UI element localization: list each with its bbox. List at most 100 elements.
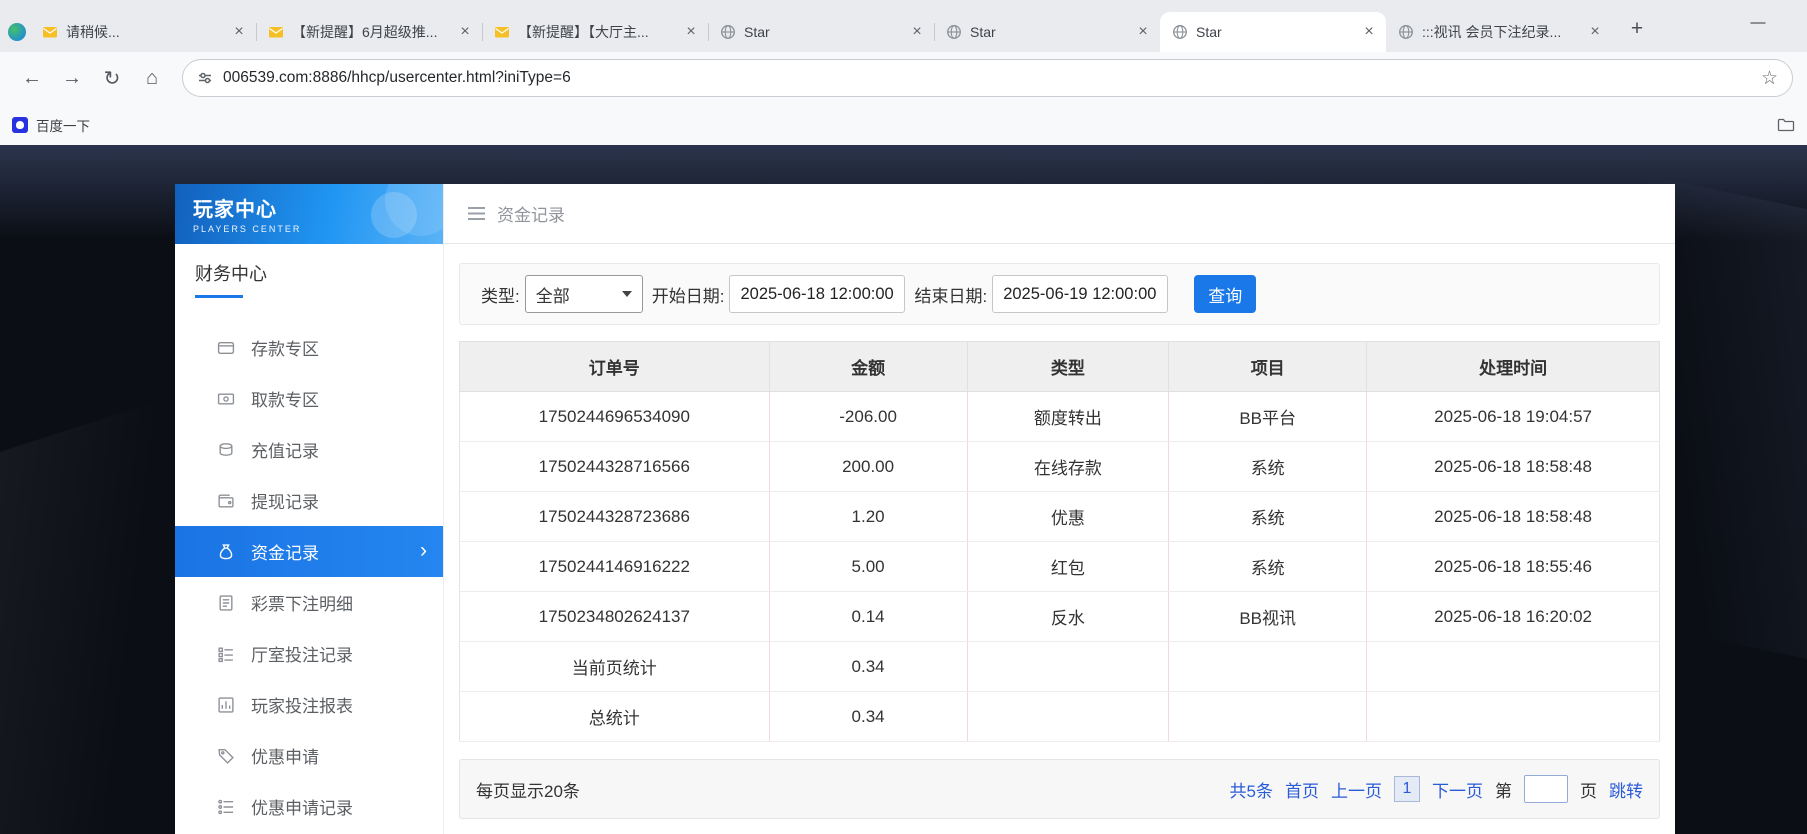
site-info-icon[interactable] (197, 70, 213, 86)
cell-amount: 1.20 (768, 491, 968, 542)
main-content: 资金记录 类型: 全部 开始日期: 结束日期: 查询 (443, 184, 1675, 834)
cell-amount: 5.00 (768, 541, 968, 592)
browser-tab[interactable]: Star × (708, 12, 934, 52)
cell-project: BB平台 (1168, 391, 1367, 442)
sidebar-item-hall-bet-records[interactable]: 厅室投注记录 (175, 628, 443, 679)
close-icon[interactable]: × (1360, 23, 1378, 41)
browser-tab[interactable]: :::视讯 会员下注纪录... × (1386, 12, 1612, 52)
sidebar-item-promo-apply-records[interactable]: 优惠申请记录 (175, 781, 443, 832)
sidebar-item-withdraw-zone[interactable]: 取款专区 (175, 373, 443, 424)
sidebar-item-funds-records[interactable]: 资金记录 › (175, 526, 443, 577)
home-icon[interactable]: ⌂ (134, 60, 170, 96)
tab-title: Star (970, 24, 996, 40)
sidebar-item-label: 厅室投注记录 (251, 646, 353, 665)
globe-icon (1173, 25, 1187, 39)
col-type: 类型 (966, 341, 1170, 392)
table-row: 1750244696534090 -206.00 额度转出 BB平台 2025-… (459, 391, 1660, 442)
col-process-time: 处理时间 (1366, 341, 1660, 392)
page-jump-input[interactable] (1524, 775, 1568, 803)
chevron-right-icon: › (420, 538, 427, 562)
current-page-badge[interactable]: 1 (1394, 776, 1420, 802)
funds-table: 订单号 金额 类型 项目 处理时间 1750244696534090 -206.… (459, 341, 1660, 742)
banknote-icon (217, 390, 235, 408)
moneybag-icon (217, 543, 235, 561)
document-icon (217, 594, 235, 612)
globe-icon (721, 25, 735, 39)
close-icon[interactable]: × (1586, 23, 1604, 41)
close-icon[interactable]: × (230, 23, 248, 41)
browser-tab[interactable]: Star × (934, 12, 1160, 52)
sidebar-item-deposit-zone[interactable]: 存款专区 (175, 322, 443, 373)
type-select[interactable]: 全部 (524, 275, 643, 313)
cell-label: 当前页统计 (459, 641, 770, 692)
close-icon[interactable]: × (908, 23, 926, 41)
sidebar-item-promo-apply[interactable]: 优惠申请 (175, 730, 443, 781)
bookmark-star-icon[interactable]: ☆ (1753, 67, 1786, 90)
browser-tab-active[interactable]: Star × (1160, 12, 1386, 52)
cell-type: 额度转出 (966, 391, 1169, 442)
cell-empty (1366, 641, 1660, 692)
cell-empty (1366, 691, 1660, 742)
bookmark-label: 百度一下 (36, 118, 90, 134)
filter-bar: 类型: 全部 开始日期: 结束日期: 查询 (459, 263, 1660, 325)
back-icon[interactable]: ← (14, 60, 50, 96)
cell-time: 2025-06-18 18:58:48 (1366, 491, 1660, 542)
sidebar-item-withdrawal-records[interactable]: 提现记录 (175, 475, 443, 526)
jump-label-post: 页 (1580, 781, 1597, 801)
sidebar-item-recharge-records[interactable]: 充值记录 (175, 424, 443, 475)
close-icon[interactable]: × (1134, 23, 1152, 41)
sidebar-item-label: 资金记录 (251, 544, 319, 563)
browser-tab[interactable]: 【新提醒】6月超级推... × (256, 12, 482, 52)
cell-amount: 0.34 (768, 641, 968, 692)
next-page-link[interactable]: 下一页 (1432, 777, 1483, 802)
user-center-panel: 玩家中心 PLAYERS CENTER 财务中心 存款专区 取款专区 充值记录 … (175, 184, 1675, 834)
browser-tab[interactable]: 请稍候... × (30, 12, 256, 52)
tab-title: 【新提醒】6月超级推... (292, 24, 438, 40)
close-icon[interactable]: × (682, 23, 700, 41)
cell-type: 红包 (966, 541, 1169, 592)
col-amount: 金额 (768, 341, 968, 392)
browser-tab[interactable]: 【新提醒】【大厅主... × (482, 12, 708, 52)
forward-icon[interactable]: → (54, 60, 90, 96)
sidebar-header: 玩家中心 PLAYERS CENTER (175, 184, 443, 244)
prev-page-link[interactable]: 上一页 (1331, 777, 1382, 802)
bookmark-item[interactable]: 百度一下 (12, 115, 90, 135)
browser-toolbar: ← → ↻ ⌂ 006539.com:8886/hhcp/usercenter.… (0, 52, 1807, 104)
sidebar-item-player-bet-report[interactable]: 玩家投注报表 (175, 679, 443, 730)
total-count: 共5条 (1229, 781, 1273, 801)
menu-icon (468, 207, 485, 220)
cell-order-id: 1750244696534090 (459, 391, 770, 442)
search-button[interactable]: 查询 (1194, 275, 1257, 313)
address-bar[interactable]: 006539.com:8886/hhcp/usercenter.html?ini… (182, 59, 1793, 97)
new-tab-button[interactable]: + (1622, 14, 1652, 44)
refresh-icon[interactable]: ↻ (94, 60, 130, 96)
col-order-id: 订单号 (459, 341, 770, 392)
close-icon[interactable]: × (456, 23, 474, 41)
browser-logo-icon (8, 23, 26, 41)
url-text[interactable]: 006539.com:8886/hhcp/usercenter.html?ini… (223, 69, 1743, 87)
window-minimize-button[interactable]: — (1743, 14, 1773, 31)
tab-title: :::视讯 会员下注纪录... (1422, 24, 1562, 40)
players-center-title: 玩家中心 (193, 199, 277, 221)
section-title: 财务中心 (195, 264, 267, 284)
wallet-icon (217, 492, 235, 510)
cell-amount: 0.34 (768, 691, 968, 742)
first-page-link[interactable]: 首页 (1285, 777, 1319, 802)
folder-icon[interactable] (1777, 116, 1795, 134)
globe-icon (947, 25, 961, 39)
bullet-list-icon (217, 798, 235, 816)
end-date-input[interactable] (992, 275, 1169, 313)
cell-order-id: 1750244328723686 (459, 491, 770, 542)
end-date-label: 结束日期: (914, 286, 988, 306)
cell-time: 2025-06-18 18:55:46 (1366, 541, 1660, 592)
sidebar: 玩家中心 PLAYERS CENTER 财务中心 存款专区 取款专区 充值记录 … (175, 184, 443, 834)
jump-label-pre: 第 (1495, 781, 1512, 801)
section-underline (195, 295, 243, 298)
sidebar-item-label: 玩家投注报表 (251, 697, 353, 716)
tab-title: 请稍候... (66, 24, 120, 40)
sidebar-item-lottery-bet-details[interactable]: 彩票下注明细 (175, 577, 443, 628)
jump-button[interactable]: 跳转 (1609, 777, 1643, 802)
type-select-value: 全部 (535, 286, 570, 306)
coins-icon (217, 441, 235, 459)
start-date-input[interactable] (729, 275, 906, 313)
